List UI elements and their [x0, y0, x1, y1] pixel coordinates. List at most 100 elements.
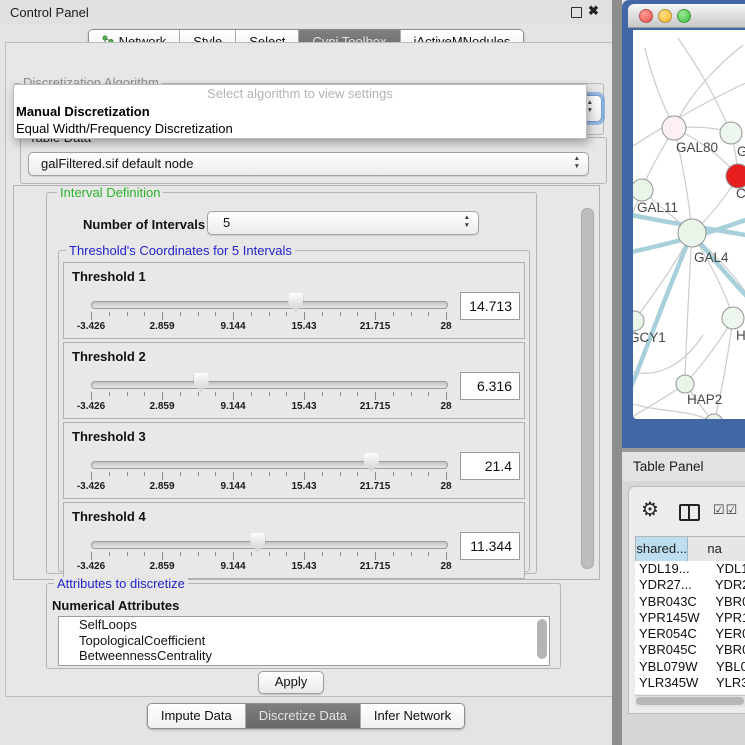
algorithm-dropdown-popup: Select algorithm to view settings Manual…: [13, 84, 587, 139]
tab-infer-network[interactable]: Infer Network: [361, 704, 464, 728]
slider-thumb[interactable]: [250, 533, 265, 552]
network-node[interactable]: [678, 219, 706, 247]
close-traffic-light-icon[interactable]: [639, 9, 653, 23]
cell-shared-name: YLR345W: [635, 675, 711, 691]
network-edge-thick[interactable]: [633, 233, 692, 392]
network-node[interactable]: [676, 375, 694, 393]
slider-track[interactable]: [91, 461, 448, 469]
threshold-panel-2: Threshold 2-3.4262.8599.14415.4321.71528…: [63, 342, 525, 419]
cell-name: YDR2: [710, 577, 745, 593]
network-edge[interactable]: [685, 233, 692, 384]
table-body: YDL19...YDL1YDR27...YDR2YBR043CYBR0YPR14…: [635, 561, 745, 694]
table-row[interactable]: YBR045CYBR0: [635, 642, 745, 658]
table-row[interactable]: YIL052CYIL0: [635, 691, 745, 694]
horizontal-scrollbar-track: [635, 695, 745, 707]
tick-label: 21.715: [360, 481, 391, 492]
cell-shared-name: YDL19...: [635, 561, 711, 577]
threshold-value-field[interactable]: 6.316: [460, 372, 520, 400]
tab-label: Impute Data: [161, 708, 232, 723]
threshold-value-field[interactable]: 11.344: [460, 532, 520, 560]
table-row[interactable]: YDL19...YDL1: [635, 561, 745, 577]
table-row[interactable]: YLR345WYLR3: [635, 675, 745, 691]
network-window-titlebar[interactable]: [628, 4, 745, 28]
cell-name: YLR3: [711, 675, 745, 691]
apply-button[interactable]: Apply: [258, 671, 324, 694]
node-label: GAL4: [694, 250, 729, 265]
threshold-value-field[interactable]: 14.713: [460, 292, 520, 320]
network-node[interactable]: [720, 122, 742, 144]
cell-name: YBR0: [710, 642, 745, 658]
gear-icon[interactable]: ⚙: [641, 497, 659, 522]
table-header-row: shared...na: [635, 536, 745, 562]
network-node[interactable]: [662, 116, 686, 140]
tick-label: 2.859: [149, 561, 174, 572]
attribute-list-item[interactable]: TopologicalCoefficient: [59, 633, 549, 649]
slider-track[interactable]: [91, 301, 448, 309]
float-window-icon[interactable]: [571, 7, 582, 18]
slider-thumb[interactable]: [288, 293, 303, 312]
slider-tick-labels: -3.4262.8599.14415.4321.71528: [91, 561, 446, 572]
number-of-intervals-combobox[interactable]: 5 ▲▼: [207, 211, 479, 235]
table-row[interactable]: YDR27...YDR2: [635, 577, 745, 593]
popup-option-equal-width-frequency[interactable]: Equal Width/Frequency Discretization: [14, 120, 586, 137]
table-row[interactable]: YER054CYER0: [635, 626, 745, 642]
network-node[interactable]: [633, 311, 644, 331]
network-edge[interactable]: [678, 38, 731, 133]
table-panel-title: Table Panel: [633, 459, 704, 474]
threshold-value-field[interactable]: 21.4: [460, 452, 520, 480]
popup-option-manual-discretization[interactable]: Manual Discretization: [14, 103, 586, 120]
slider-track[interactable]: [91, 541, 448, 549]
thresholds-group-label: Threshold's Coordinates for 5 Intervals: [66, 244, 295, 257]
tick-label: 21.715: [360, 401, 391, 412]
network-node[interactable]: [726, 164, 745, 188]
stepper-icon: ▲▼: [464, 214, 470, 230]
cell-shared-name: YER054C: [635, 626, 710, 642]
cell-shared-name: YPR145W: [635, 610, 710, 626]
network-edge[interactable]: [645, 48, 674, 128]
bottom-tab-bar: Impute Data Discretize Data Infer Network: [0, 703, 612, 729]
tick-label: 9.144: [220, 481, 245, 492]
network-node[interactable]: [633, 179, 653, 201]
tab-impute-data[interactable]: Impute Data: [148, 704, 246, 728]
horizontal-scrollbar[interactable]: [636, 697, 744, 705]
threshold-panel-3: Threshold 3-3.4262.8599.14415.4321.71528…: [63, 422, 525, 499]
threshold-panel-4: Threshold 4-3.4262.8599.14415.4321.71528…: [63, 502, 525, 579]
tab-discretize-data[interactable]: Discretize Data: [246, 704, 361, 728]
checkboxes-icon[interactable]: ☑☑: [713, 502, 738, 518]
tick-label: 9.144: [220, 401, 245, 412]
tick-label: 28: [440, 561, 451, 572]
attribute-list-item[interactable]: SelfLoops: [59, 617, 549, 633]
tick-label: 15.43: [291, 321, 316, 332]
column-header-1[interactable]: shared...: [636, 537, 688, 561]
tick-label: 21.715: [360, 561, 391, 572]
network-canvas[interactable]: GAL80GAL11GAL4GCY1HAP2GACH: [633, 30, 745, 419]
panel-divider[interactable]: [612, 0, 622, 745]
close-icon[interactable]: ✖: [588, 3, 599, 19]
table-row[interactable]: YBL079WYBL0: [635, 659, 745, 675]
list-scrollbar[interactable]: [537, 619, 547, 659]
slider-thumb[interactable]: [194, 373, 209, 392]
vertical-scrollbar[interactable]: [581, 208, 594, 569]
network-edge[interactable]: [685, 318, 733, 384]
attribute-list-item[interactable]: BetweennessCentrality: [59, 648, 549, 664]
network-node[interactable]: [722, 307, 744, 329]
minimize-traffic-light-icon[interactable]: [658, 9, 672, 23]
interval-definition-label: Interval Definition: [57, 186, 163, 199]
numerical-attributes-list[interactable]: SelfLoopsTopologicalCoefficientBetweenne…: [58, 616, 550, 666]
number-of-intervals-value: 5: [223, 215, 230, 230]
tab-label: Discretize Data: [259, 708, 347, 723]
popup-prompt: Select algorithm to view settings: [14, 85, 586, 103]
table-row[interactable]: YPR145WYPR1: [635, 610, 745, 626]
column-header-2[interactable]: na: [688, 537, 745, 561]
tick-label: 28: [440, 481, 451, 492]
table-data-combobox[interactable]: galFiltered.sif default node ▲▼: [28, 152, 589, 176]
node-label: H: [736, 328, 745, 343]
zoom-traffic-light-icon[interactable]: [677, 9, 691, 23]
slider-track[interactable]: [91, 381, 448, 389]
table-row[interactable]: YBR043CYBR0: [635, 594, 745, 610]
slider-ticks: [91, 312, 446, 321]
column-split-icon[interactable]: [679, 504, 700, 521]
slider-thumb[interactable]: [364, 453, 379, 472]
tick-label: 2.859: [149, 321, 174, 332]
cell-name: YPR1: [710, 610, 745, 626]
